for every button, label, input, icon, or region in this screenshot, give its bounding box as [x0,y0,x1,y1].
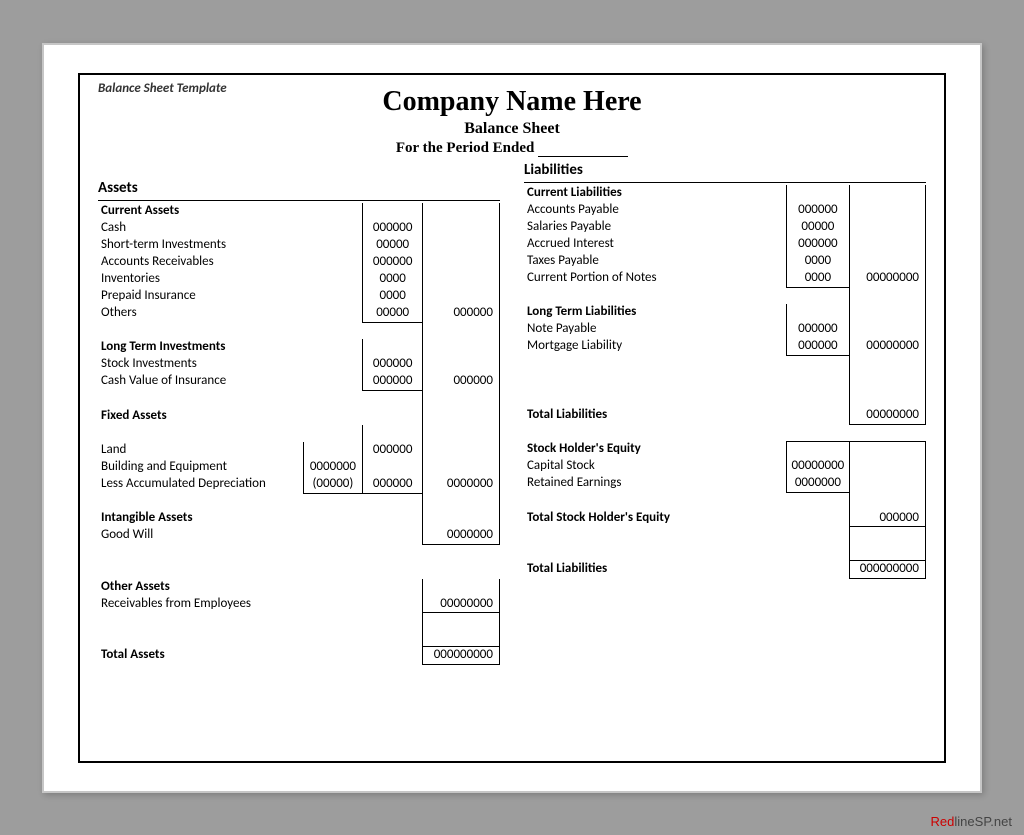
lti-title: Long Term Investments [98,339,303,356]
row-val: 0000000 [303,459,363,476]
row-total: 000000 [423,373,500,390]
row-label: Others [98,305,303,322]
inner-border: Balance Sheet Template Company Name Here… [78,73,946,763]
row-label: Salaries Payable [524,219,727,236]
lt-liab-title: Long Term Liabilities [524,304,727,321]
row-val: 0000000 [787,475,850,492]
fixed-title: Fixed Assets [98,408,303,425]
row-label: Taxes Payable [524,253,727,270]
liabilities-title: Liabilities [524,161,926,184]
total-assets-val: 000000000 [423,647,500,665]
row-label: Accounts Receivables [98,254,303,271]
current-assets-title: Current Assets [98,203,303,220]
row-val: 000000 [363,356,423,373]
row-val: 000000 [787,202,850,219]
liabilities-table: Current Liabilities Accounts Payable 0000… [524,185,926,579]
row-label: Less Accumulated Depreciation [98,476,303,493]
row-label: Good Will [98,527,303,544]
row-label: Accounts Payable [524,202,727,219]
row-val: 000000 [787,321,850,338]
row-val: 000000 [363,220,423,237]
header: Company Name Here Balance Sheet For the … [98,86,926,157]
document-page: Balance Sheet Template Company Name Here… [42,43,982,793]
row-val: 000000 [363,373,423,390]
row-val: 0000 [787,253,850,270]
total-liab-val: 00000000 [849,407,925,424]
row-total: 0000000 [423,476,500,493]
row-sub: 000000 [363,476,423,493]
intangible-title: Intangible Assets [98,510,303,527]
row-val: 0000 [787,270,850,287]
total-liab-label: Total Liabilities [524,407,727,424]
row-val: 00000 [787,219,850,236]
footer-red: Red [931,814,955,829]
row-label: Accrued Interest [524,236,727,253]
row-total: 0000000 [423,527,500,544]
row-val: 00000 [363,305,423,322]
assets-column: Assets Current Assets Cash 000000 Short-t… [98,179,500,666]
total-liab2-val: 000000000 [849,561,925,579]
row-label: Inventories [98,271,303,288]
row-val: 00000000 [787,458,850,475]
period-blank[interactable] [538,156,628,157]
row-label: Note Payable [524,321,727,338]
assets-title: Assets [98,179,500,202]
row-val: 000000 [363,254,423,271]
subtitle: Balance Sheet [98,120,926,138]
row-total: 00000000 [849,338,925,355]
row-label: Mortgage Liability [524,338,727,355]
total-assets-label: Total Assets [98,647,303,665]
other-assets-title: Other Assets [98,579,303,596]
period-label: For the Period Ended [396,140,534,156]
row-label: Capital Stock [524,458,727,475]
current-liab-title: Current Liabilities [524,185,727,202]
footer-rest: lineSP.net [954,814,1012,829]
row-label: Prepaid Insurance [98,288,303,305]
footer-watermark: RedlineSP.net [931,814,1012,829]
row-val: 0000 [363,271,423,288]
assets-table: Current Assets Cash 000000 Short-term Inv… [98,203,500,665]
period-line: For the Period Ended [98,140,926,157]
total-she-val: 000000 [849,510,925,527]
body: Assets Current Assets Cash 000000 Short-t… [98,179,926,666]
row-val: 000000 [787,236,850,253]
row-val: (00000) [303,476,363,493]
row-label: Building and Equipment [98,459,303,476]
row-label: Current Portion of Notes [524,270,727,287]
liabilities-column: Liabilities Current Liabilities Accounts… [524,179,926,666]
total-liab2-label: Total Liabilities [524,561,727,579]
row-label: Cash Value of Insurance [98,373,303,390]
row-val: 000000 [787,338,850,355]
row-label: Receivables from Employees [98,596,303,613]
row-total: 00000000 [849,270,925,287]
row-val: 000000 [363,442,423,459]
she-title: Stock Holder's Equity [524,441,727,458]
row-label: Short-term Investments [98,237,303,254]
row-label: Retained Earnings [524,475,727,492]
row-total: 00000000 [423,596,500,613]
row-val: 0000 [363,288,423,305]
row-total: 000000 [423,305,500,322]
total-she-label: Total Stock Holder's Equity [524,510,727,527]
row-label: Stock Investments [98,356,303,373]
row-label: Cash [98,220,303,237]
row-label: Land [98,442,303,459]
row-val: 00000 [363,237,423,254]
